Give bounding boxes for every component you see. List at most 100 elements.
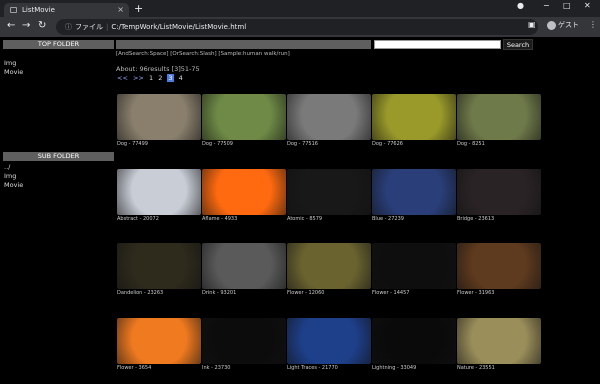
thumbnail-caption[interactable]: Dog - 77626 (372, 141, 456, 147)
url-scheme-label: ファイル (75, 23, 103, 31)
thumbnail-item[interactable]: Ink - 23730 (202, 318, 286, 371)
thumbnail-caption[interactable]: Dog - 8251 (457, 141, 541, 147)
thumbnail-item[interactable]: Dandelion - 23263 (117, 243, 201, 296)
thumbnail-caption[interactable]: Nature - 23551 (457, 365, 541, 371)
page-link-4[interactable]: 4 (179, 74, 183, 82)
thumbnail-image[interactable] (117, 318, 201, 364)
avatar-icon (547, 20, 556, 30)
thumbnail-image[interactable] (457, 243, 541, 289)
back-icon[interactable]: ← (7, 20, 15, 31)
thumbnail-item[interactable]: Atomic - 8579 (287, 169, 371, 222)
thumbnail-item[interactable]: Dog - 77499 (117, 94, 201, 147)
thumbnail-caption[interactable]: Dog - 77499 (117, 141, 201, 147)
sub-folder-heading: SUB FOLDER (3, 152, 114, 161)
thumbnail-image[interactable] (202, 94, 286, 140)
thumbnail-caption[interactable]: Drink - 93201 (202, 290, 286, 296)
thumbnail-item[interactable]: Flower - 14457 (372, 243, 456, 296)
page-link-3-current[interactable]: 3 (167, 74, 174, 82)
sub-folder-link-img[interactable]: Img (4, 172, 16, 180)
thumbnail-image[interactable] (287, 169, 371, 215)
thumbnail-image[interactable] (457, 169, 541, 215)
page-first-link[interactable]: << (117, 74, 128, 82)
thumbnail-item[interactable]: Flower - 12060 (287, 243, 371, 296)
thumbnail-item[interactable]: Flower - 31963 (457, 243, 541, 296)
thumbnail-image[interactable] (202, 243, 286, 289)
thumbnail-item[interactable]: Flower - 3654 (117, 318, 201, 371)
forward-icon[interactable]: → (22, 20, 30, 31)
thumbnail-caption[interactable]: Blue - 27239 (372, 216, 456, 222)
thumbnail-item[interactable]: Nature - 23551 (457, 318, 541, 371)
thumbnail-caption[interactable]: Atomic - 8579 (287, 216, 371, 222)
sub-folder-link-movie[interactable]: Movie (4, 181, 23, 189)
thumbnail-item[interactable]: Blue - 27239 (372, 169, 456, 222)
thumbnail-image[interactable] (372, 243, 456, 289)
top-folder-link-img[interactable]: Img (4, 59, 16, 67)
thumbnail-image[interactable] (457, 318, 541, 364)
search-hint: [AndSearch:Space] [OrSearch:Slash] [Samp… (116, 51, 290, 57)
thumbnail-item[interactable]: Dog - 8251 (457, 94, 541, 147)
thumbnail-item[interactable]: Bridge - 23613 (457, 169, 541, 222)
info-icon: ⓘ (65, 23, 72, 31)
browser-tab[interactable]: ListMovie × (4, 3, 129, 17)
thumbnail-caption[interactable]: Bridge - 23613 (457, 216, 541, 222)
thumbnail-image[interactable] (457, 94, 541, 140)
thumbnail-item[interactable]: Dog - 77509 (202, 94, 286, 147)
thumbnail-image[interactable] (202, 169, 286, 215)
keyword-field[interactable] (116, 40, 371, 49)
new-tab-button[interactable]: + (134, 2, 143, 15)
profile-button[interactable]: ゲスト (547, 20, 579, 30)
page-link-1[interactable]: 1 (149, 74, 153, 82)
thumbnail-item[interactable]: Abstract - 20072 (117, 169, 201, 222)
thumbnail-caption[interactable]: Flower - 14457 (372, 290, 456, 296)
thumbnail-caption[interactable]: Flower - 31963 (457, 290, 541, 296)
thumbnail-caption[interactable]: Flower - 3654 (117, 365, 201, 371)
page-last-link[interactable]: >> (133, 74, 144, 82)
thumbnail-image[interactable] (117, 94, 201, 140)
thumbnail-image[interactable] (372, 169, 456, 215)
browser-toolbar: ← → ↻ ⓘ ファイル | C:/TempWork/ListMovie/ListMo… (0, 17, 600, 37)
thumbnail-caption[interactable]: Dog - 77516 (287, 141, 371, 147)
top-folder-link-movie[interactable]: Movie (4, 68, 23, 76)
thumbnail-image[interactable] (287, 243, 371, 289)
close-window-button[interactable]: ✕ (584, 1, 591, 10)
thumbnail-caption[interactable]: Ink - 23730 (202, 365, 286, 371)
thumbnail-image[interactable] (202, 318, 286, 364)
url-divider: | (106, 23, 109, 31)
thumbnail-caption[interactable]: Aflame - 4933 (202, 216, 286, 222)
record-icon: ● (517, 1, 524, 10)
menu-icon[interactable]: ⋮ (589, 20, 597, 29)
pagination: << >> 1 2 3 4 (117, 74, 186, 82)
thumbnail-image[interactable] (372, 318, 456, 364)
close-tab-icon[interactable]: × (117, 3, 124, 17)
sub-folder-link-parent[interactable]: ../ (4, 163, 10, 171)
browser-tab-strip: ListMovie × + ● − □ ✕ (0, 0, 600, 17)
maximize-button[interactable]: □ (563, 1, 571, 10)
thumbnail-item[interactable]: Dog - 77626 (372, 94, 456, 147)
results-summary: About: 96results [3]51-75 (116, 65, 200, 73)
thumbnail-item[interactable]: Lightning - 33049 (372, 318, 456, 371)
address-bar[interactable]: ⓘ ファイル | C:/TempWork/ListMovie/ListMovie.ht… (56, 19, 538, 35)
thumbnail-image[interactable] (372, 94, 456, 140)
thumbnail-image[interactable] (117, 169, 201, 215)
thumbnail-item[interactable]: Light Traces - 21770 (287, 318, 371, 371)
thumbnail-image[interactable] (287, 94, 371, 140)
thumbnail-caption[interactable]: Dandelion - 23263 (117, 290, 201, 296)
thumbnail-caption[interactable]: Abstract - 20072 (117, 216, 201, 222)
search-input[interactable] (374, 40, 501, 49)
thumbnail-item[interactable]: Drink - 93201 (202, 243, 286, 296)
page-link-2[interactable]: 2 (158, 74, 162, 82)
thumbnail-caption[interactable]: Dog - 77509 (202, 141, 286, 147)
thumbnail-image[interactable] (117, 243, 201, 289)
reload-icon[interactable]: ↻ (38, 20, 46, 31)
search-button[interactable]: Search (503, 39, 533, 50)
thumbnail-caption[interactable]: Flower - 12060 (287, 290, 371, 296)
tab-title: ListMovie (22, 6, 55, 14)
minimize-button[interactable]: − (543, 1, 550, 10)
thumbnail-image[interactable] (287, 318, 371, 364)
thumbnail-item[interactable]: Dog - 77516 (287, 94, 371, 147)
translate-icon[interactable]: ▣ (528, 20, 536, 29)
page-icon (10, 7, 17, 13)
thumbnail-caption[interactable]: Light Traces - 21770 (287, 365, 371, 371)
thumbnail-item[interactable]: Aflame - 4933 (202, 169, 286, 222)
thumbnail-caption[interactable]: Lightning - 33049 (372, 365, 456, 371)
